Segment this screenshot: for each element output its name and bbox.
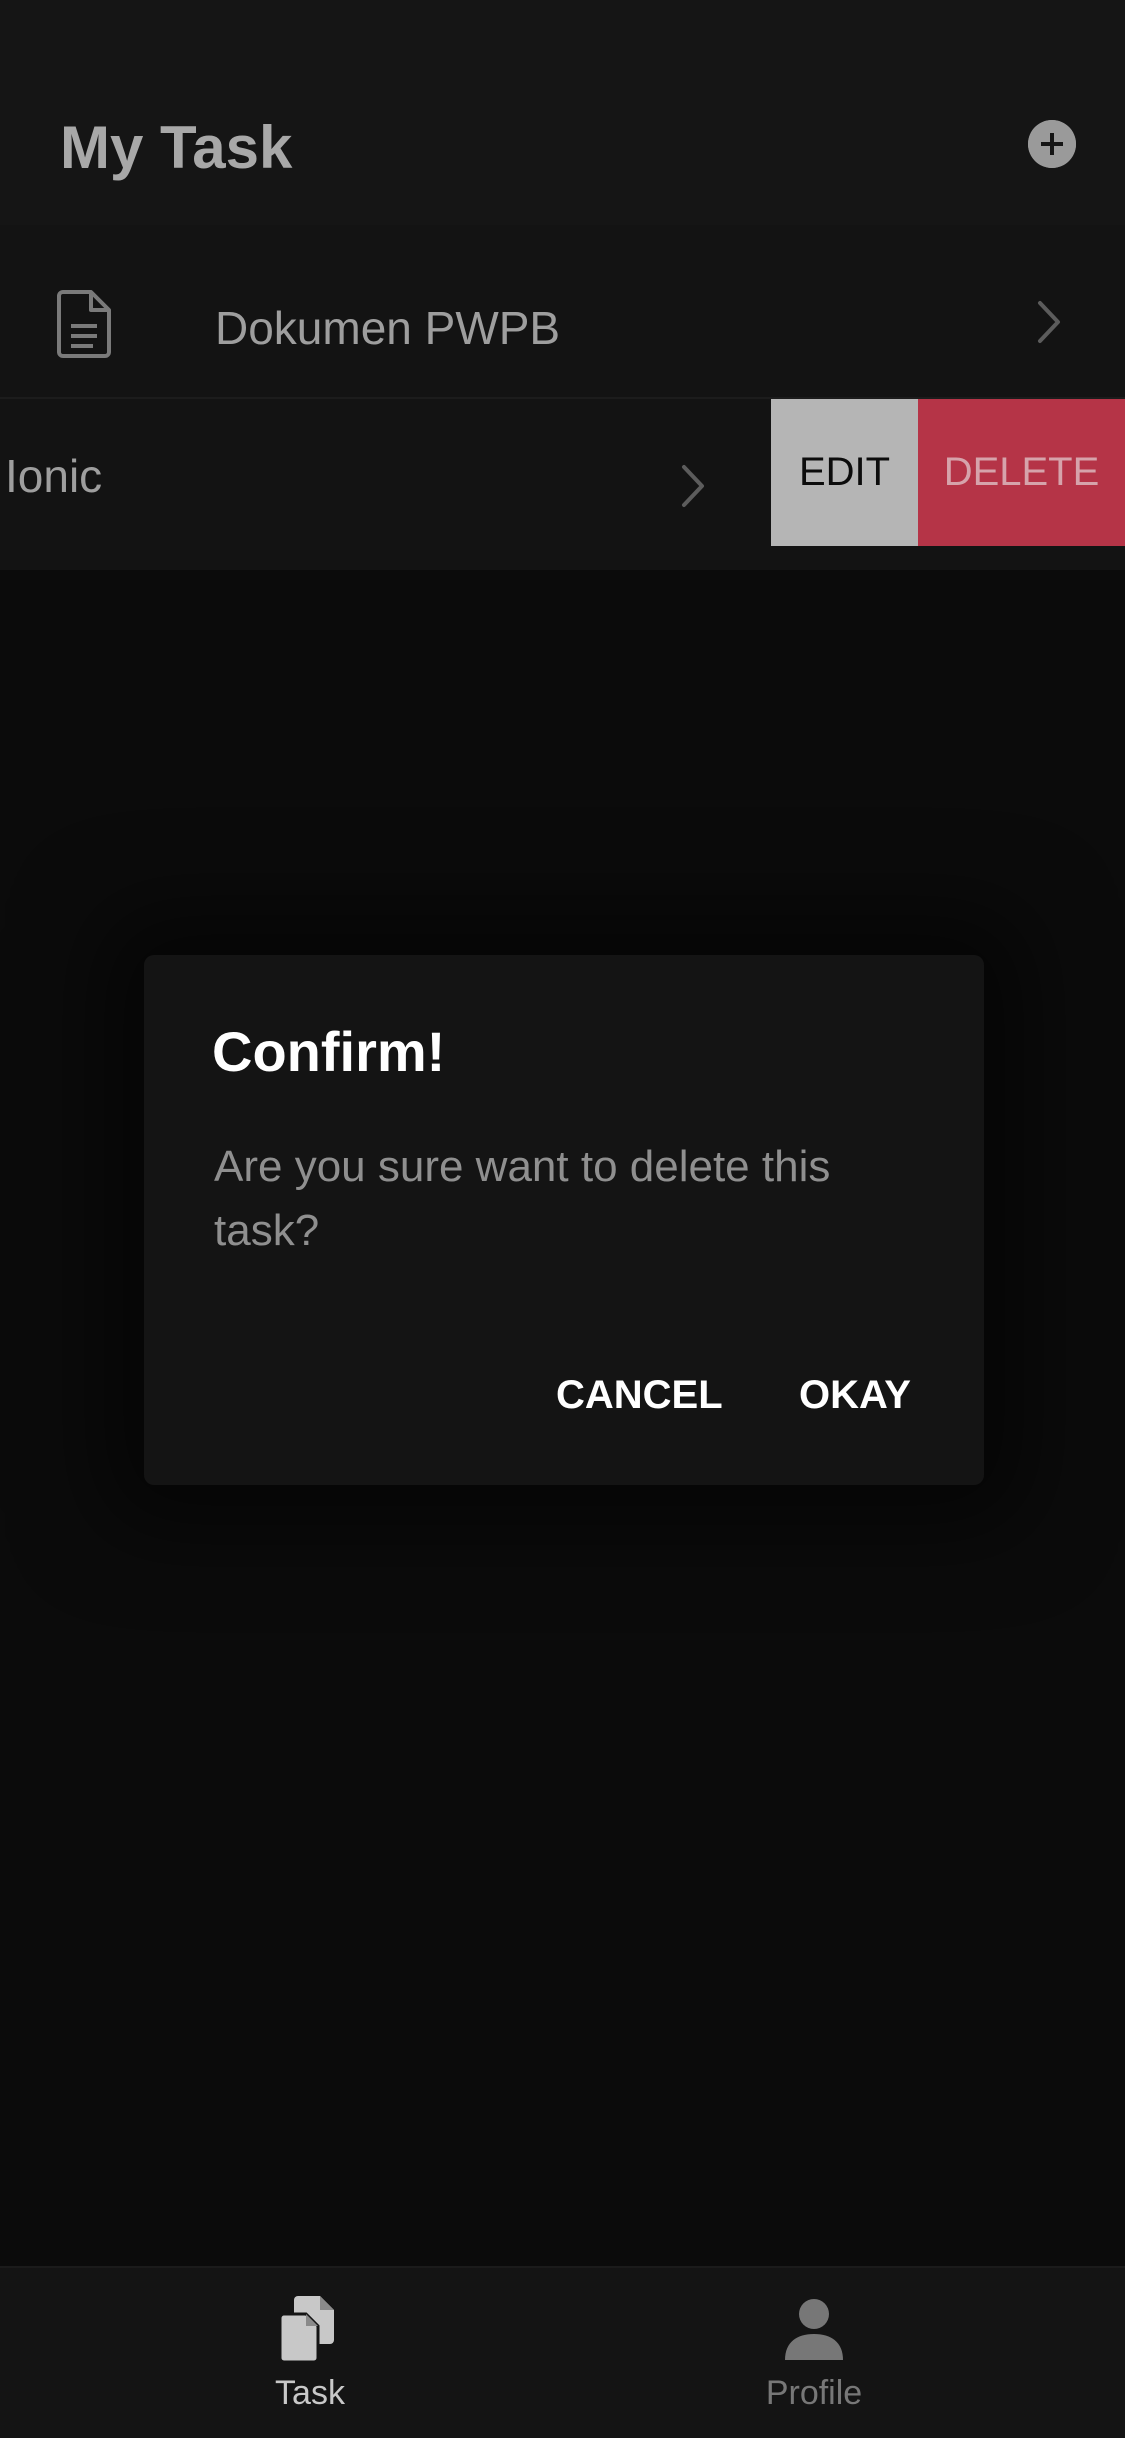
tab-task[interactable]: Task bbox=[30, 2268, 592, 2438]
tab-profile[interactable]: Profile bbox=[533, 2268, 1095, 2438]
documents-icon bbox=[278, 2296, 334, 2364]
tab-task-label: Task bbox=[275, 2374, 345, 2412]
add-task-button[interactable] bbox=[1028, 120, 1076, 168]
app-screen: My Task Dokumen PWPB Ionic EDIT DELETE C… bbox=[0, 0, 1125, 2438]
dialog-message: Are you sure want to delete this task? bbox=[214, 1142, 831, 1255]
confirm-dialog: Confirm! Are you sure want to delete thi… bbox=[144, 955, 984, 1485]
task-label-ionic: Ionic bbox=[5, 450, 103, 502]
chevron-right-icon bbox=[682, 465, 704, 507]
cancel-button[interactable]: CANCEL bbox=[556, 1365, 723, 1425]
document-icon bbox=[57, 290, 111, 358]
dialog-title: Confirm! bbox=[212, 1020, 446, 1083]
chevron-right-icon bbox=[1038, 301, 1060, 343]
bottom-tab-bar: Task Profile bbox=[0, 2266, 1125, 2438]
task-label-dokumen-pwpb: Dokumen PWPB bbox=[215, 302, 561, 354]
task-item-dokumen-pwpb[interactable] bbox=[0, 225, 1125, 397]
plus-circle-icon bbox=[1028, 120, 1076, 168]
tab-profile-label: Profile bbox=[765, 2374, 863, 2412]
page-title: My Task bbox=[60, 114, 293, 181]
edit-button[interactable]: EDIT bbox=[771, 399, 918, 546]
person-icon bbox=[785, 2299, 843, 2360]
delete-button[interactable]: DELETE bbox=[918, 399, 1125, 546]
header: My Task bbox=[0, 0, 1125, 225]
okay-button[interactable]: OKAY bbox=[799, 1365, 911, 1425]
